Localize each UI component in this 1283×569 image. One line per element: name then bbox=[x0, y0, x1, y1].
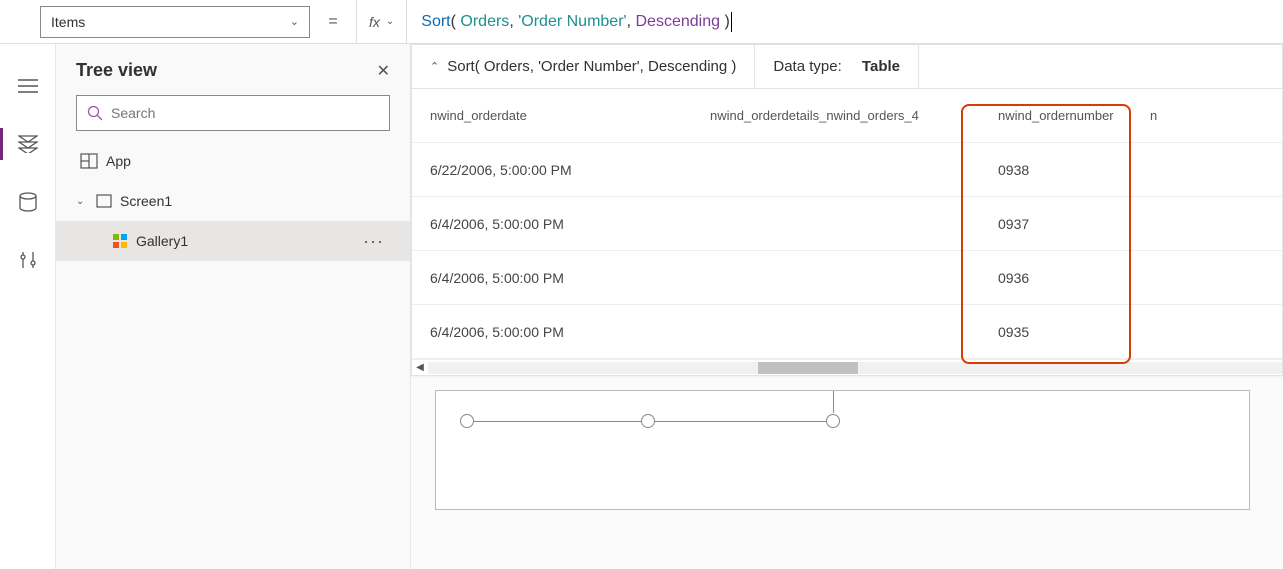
hamburger-icon[interactable] bbox=[16, 74, 40, 98]
resize-handle[interactable] bbox=[460, 414, 474, 428]
tree-node-label: Gallery1 bbox=[136, 233, 188, 249]
canvas[interactable] bbox=[411, 376, 1283, 524]
data-icon[interactable] bbox=[16, 190, 40, 214]
chevron-up-icon: ⌃ bbox=[430, 60, 439, 73]
cell-ordernumber: 0937 bbox=[980, 216, 1150, 232]
tools-icon[interactable] bbox=[16, 248, 40, 272]
resize-handle[interactable] bbox=[826, 414, 840, 428]
datatype-value: Table bbox=[862, 58, 900, 75]
cell-orderdate: 6/4/2006, 5:00:00 PM bbox=[430, 270, 710, 286]
cell-ordernumber: 0938 bbox=[980, 162, 1150, 178]
fx-label: fx bbox=[369, 14, 380, 30]
resize-handle[interactable] bbox=[641, 414, 655, 428]
more-icon[interactable]: ··· bbox=[363, 231, 390, 252]
cell-orderdate: 6/22/2006, 5:00:00 PM bbox=[430, 162, 710, 178]
result-datatype: Data type: Table bbox=[755, 45, 919, 88]
tree-view-icon[interactable] bbox=[16, 132, 40, 156]
equals-sign: = bbox=[318, 13, 348, 31]
tree-title: Tree view bbox=[76, 60, 157, 81]
formula-token-arg3: Descending bbox=[635, 13, 720, 31]
fx-indicator[interactable]: fx ⌄ bbox=[356, 0, 407, 44]
table-row[interactable]: 6/4/2006, 5:00:00 PM 0936 bbox=[412, 251, 1282, 305]
main-canvas-area: ⌃ Sort( Orders, 'Order Number', Descendi… bbox=[411, 44, 1283, 569]
scroll-thumb[interactable] bbox=[758, 362, 858, 374]
tree-node-gallery[interactable]: Gallery1 ··· bbox=[56, 221, 410, 261]
app-icon bbox=[80, 153, 98, 169]
column-truncated[interactable]: n bbox=[1150, 108, 1190, 123]
screen-icon bbox=[96, 194, 112, 208]
chevron-down-icon: ⌄ bbox=[386, 16, 394, 27]
column-orderdate[interactable]: nwind_orderdate bbox=[430, 108, 710, 123]
table-row[interactable]: 6/4/2006, 5:00:00 PM 0937 bbox=[412, 197, 1282, 251]
result-header: ⌃ Sort( Orders, 'Order Number', Descendi… bbox=[412, 45, 1282, 89]
formula-token-arg1: Orders bbox=[460, 13, 509, 31]
tree-node-screen[interactable]: ⌄ Screen1 bbox=[56, 181, 410, 221]
column-orderdetails[interactable]: nwind_orderdetails_nwind_orders_4 bbox=[710, 108, 980, 123]
scroll-left-icon[interactable]: ◀ bbox=[412, 362, 428, 373]
column-ordernumber[interactable]: nwind_ordernumber bbox=[980, 108, 1150, 123]
formula-input[interactable]: Sort ( Orders , 'Order Number' , Descend… bbox=[415, 0, 1283, 43]
search-box[interactable] bbox=[76, 95, 390, 131]
formula-result-panel: ⌃ Sort( Orders, 'Order Number', Descendi… bbox=[411, 44, 1283, 376]
template-separator bbox=[833, 391, 834, 413]
scroll-track[interactable] bbox=[428, 362, 1282, 374]
search-icon bbox=[87, 105, 103, 121]
formula-token-close: ) bbox=[724, 13, 729, 31]
result-table: nwind_orderdate nwind_orderdetails_nwind… bbox=[412, 89, 1282, 359]
tree-header: Tree view ✕ bbox=[56, 44, 410, 95]
cell-orderdate: 6/4/2006, 5:00:00 PM bbox=[430, 324, 710, 340]
result-context-text: Sort( Orders, 'Order Number', Descending… bbox=[447, 58, 736, 75]
tree-node-label: App bbox=[106, 153, 131, 169]
table-row[interactable]: 6/22/2006, 5:00:00 PM 0938 bbox=[412, 143, 1282, 197]
datatype-label: Data type: bbox=[773, 58, 841, 75]
gallery-icon bbox=[112, 233, 128, 249]
table-row[interactable]: 6/4/2006, 5:00:00 PM 0935 bbox=[412, 305, 1282, 359]
chevron-down-icon: ⌄ bbox=[76, 196, 88, 207]
formula-token-func: Sort bbox=[421, 13, 450, 31]
formula-bar: Items ⌄ = fx ⌄ Sort ( Orders , 'Order Nu… bbox=[0, 0, 1283, 44]
property-dropdown[interactable]: Items ⌄ bbox=[40, 6, 310, 38]
left-nav-rail bbox=[0, 44, 56, 569]
chevron-down-icon: ⌄ bbox=[290, 15, 299, 28]
tree-node-app[interactable]: App bbox=[56, 141, 410, 181]
property-value: Items bbox=[51, 14, 85, 30]
tree-view-panel: Tree view ✕ App ⌄ Screen1 Gallery1 ··· bbox=[56, 44, 411, 569]
cell-ordernumber: 0936 bbox=[980, 270, 1150, 286]
formula-token-arg2: 'Order Number' bbox=[518, 13, 626, 31]
result-columns: nwind_orderdate nwind_orderdetails_nwind… bbox=[412, 89, 1282, 143]
close-icon[interactable]: ✕ bbox=[377, 61, 390, 81]
cell-ordernumber: 0935 bbox=[980, 324, 1150, 340]
cell-orderdate: 6/4/2006, 5:00:00 PM bbox=[430, 216, 710, 232]
horizontal-scrollbar[interactable]: ◀ bbox=[412, 359, 1282, 375]
gallery-control[interactable] bbox=[435, 390, 1250, 510]
text-cursor bbox=[731, 12, 732, 32]
search-input[interactable] bbox=[111, 105, 379, 121]
result-context[interactable]: ⌃ Sort( Orders, 'Order Number', Descendi… bbox=[412, 45, 755, 88]
tree-node-label: Screen1 bbox=[120, 193, 172, 209]
